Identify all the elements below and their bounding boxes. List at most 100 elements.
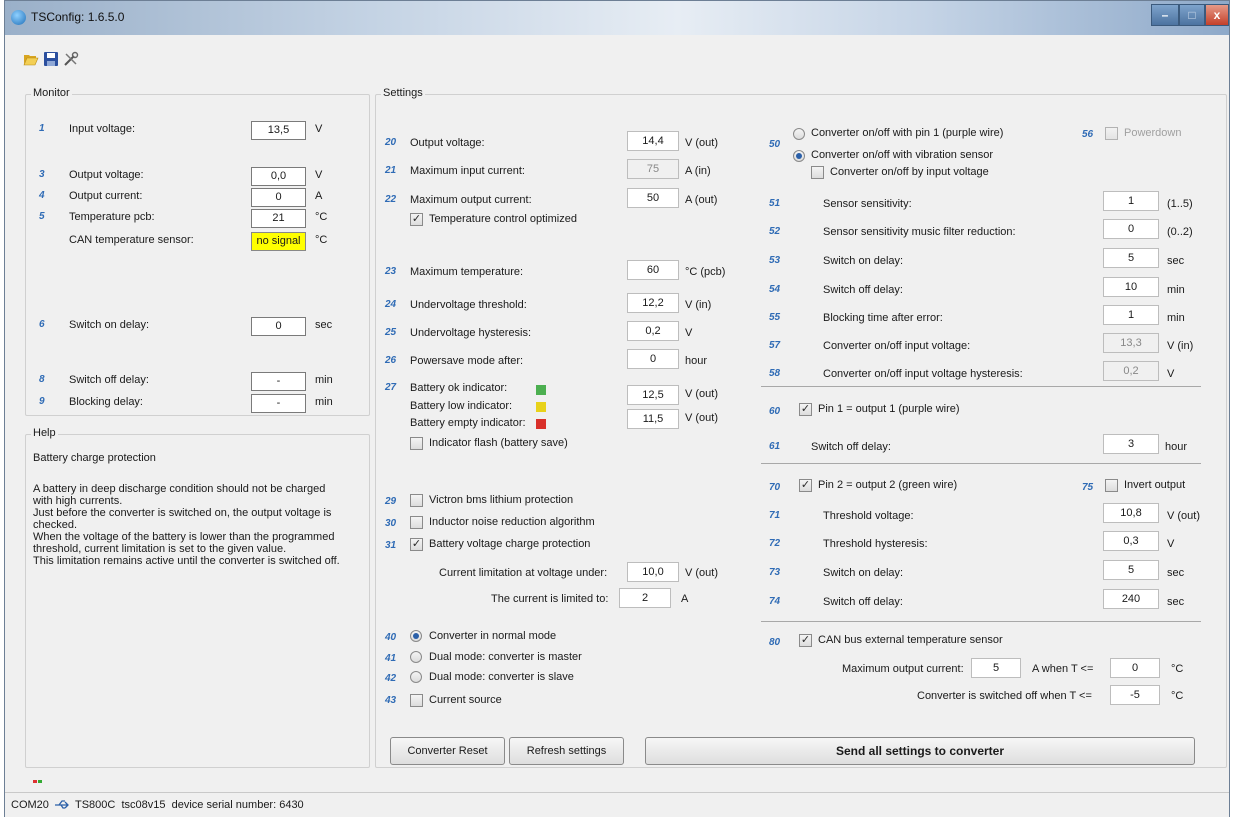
setting-label: Sensor sensitivity: — [823, 198, 912, 210]
monitor-label: CAN temperature sensor: — [69, 234, 194, 246]
can-off-temp-input[interactable]: -5 — [1110, 685, 1160, 705]
unit-label: V (out) — [685, 567, 719, 579]
can-sensor-checkbox[interactable]: ✓ — [799, 634, 812, 647]
setting-label: Inductor noise reduction algorithm — [429, 516, 595, 528]
toolbar — [5, 35, 1229, 75]
unit-label: °C (pcb) — [685, 266, 726, 278]
monitor-value: - — [251, 372, 306, 391]
monitor-number: 4 — [39, 190, 45, 201]
setting-checkbox[interactable] — [410, 516, 423, 529]
setting-input[interactable]: 1 — [1103, 191, 1159, 211]
send-all-settings-button[interactable]: Send all settings to converter — [645, 737, 1195, 765]
setting-input[interactable]: 50 — [627, 188, 679, 208]
help-line: Just before the converter is switched on… — [33, 507, 332, 519]
setting-checkbox[interactable] — [410, 494, 423, 507]
battery-low-indicator — [536, 402, 546, 412]
unit-label: V (in) — [1167, 340, 1194, 352]
window-title: TSConfig: 1.6.5.0 — [31, 10, 125, 24]
minimize-button[interactable]: – — [1151, 4, 1179, 26]
separator — [761, 386, 1201, 387]
help-line: When the voltage of the battery is lower… — [33, 531, 335, 543]
unit-label: V (out) — [685, 412, 719, 424]
invert-output-checkbox[interactable] — [1105, 479, 1118, 492]
maximize-button[interactable]: □ — [1179, 4, 1205, 26]
setting-input[interactable]: 240 — [1103, 589, 1159, 609]
current-source-checkbox[interactable] — [410, 694, 423, 707]
setting-input[interactable]: 0,2 — [1103, 361, 1159, 381]
monitor-number: 9 — [39, 396, 45, 407]
current-limit-voltage-input[interactable]: 10,0 — [627, 562, 679, 582]
monitor-unit: V — [315, 123, 323, 135]
pin1-output-label: Pin 1 = output 1 (purple wire) — [818, 403, 960, 415]
setting-input[interactable]: 1 — [1103, 305, 1159, 325]
monitor-value: 0 — [251, 317, 306, 336]
pin2-output-checkbox[interactable]: ✓ — [799, 479, 812, 492]
monitor-group — [25, 94, 370, 416]
setting-input[interactable]: 14,4 — [627, 131, 679, 151]
monitor-value: no signal — [251, 232, 306, 251]
monitor-unit: min — [315, 374, 333, 386]
setting-label: Switch on delay: — [823, 567, 904, 579]
indicator-flash-label: Indicator flash (battery save) — [429, 437, 568, 449]
pin1-output-checkbox[interactable]: ✓ — [799, 403, 812, 416]
setting-input[interactable]: 13,3 — [1103, 333, 1159, 353]
can-off-label: Converter is switched off when T <= — [917, 690, 1092, 702]
refresh-settings-button[interactable]: Refresh settings — [509, 737, 624, 765]
setting-input[interactable]: 60 — [627, 260, 679, 280]
monitor-number: 5 — [39, 211, 45, 222]
settings-title: Settings — [381, 87, 425, 99]
monitor-unit: min — [315, 396, 333, 408]
unit-label: hour — [1165, 441, 1188, 453]
converter-reset-button[interactable]: Converter Reset — [390, 737, 505, 765]
setting-input[interactable]: 10 — [1103, 277, 1159, 297]
powerdown-checkbox[interactable] — [1105, 127, 1118, 140]
unit-label: min — [1167, 312, 1185, 324]
invert-output-label: Invert output — [1124, 479, 1186, 491]
mode-radio[interactable] — [410, 671, 422, 683]
current-limited-to-label: The current is limited to: — [491, 593, 609, 605]
setting-input[interactable]: 5 — [1103, 560, 1159, 580]
setting-number: 58 — [769, 368, 781, 379]
tools-icon[interactable] — [63, 51, 79, 67]
setting-number: 23 — [385, 266, 397, 277]
close-button[interactable]: x — [1205, 4, 1229, 26]
setting-number: 74 — [769, 596, 781, 607]
battery-ok-input[interactable]: 12,5 — [627, 385, 679, 405]
setting-number: 30 — [385, 518, 397, 529]
onoff-input-voltage-label: Converter on/off by input voltage — [830, 166, 989, 178]
setting-input[interactable]: 0 — [1103, 219, 1159, 239]
help-heading: Battery charge protection — [33, 452, 156, 464]
setting-input[interactable]: 0,3 — [1103, 531, 1159, 551]
folder-open-icon[interactable] — [23, 51, 39, 67]
monitor-value: 13,5 — [251, 121, 306, 140]
powerdown-label: Powerdown — [1124, 127, 1182, 139]
mode-radio[interactable] — [410, 651, 422, 663]
setting-label: Threshold voltage: — [823, 510, 914, 522]
unit-label: hour — [685, 355, 708, 367]
onoff-vibration-radio[interactable] — [793, 150, 805, 162]
setting-input[interactable]: 0 — [627, 349, 679, 369]
setting-input[interactable]: 12,2 — [627, 293, 679, 313]
mode-radio[interactable] — [410, 630, 422, 642]
current-limited-to-input[interactable]: 2 — [619, 588, 671, 608]
onoff-pin1-radio[interactable] — [793, 128, 805, 140]
can-when-temp-input[interactable]: 0 — [1110, 658, 1160, 678]
battery-empty-input[interactable]: 11,5 — [627, 409, 679, 429]
pin1-switch-off-input[interactable]: 3 — [1103, 434, 1159, 454]
monitor-value: 0,0 — [251, 167, 306, 186]
setting-input[interactable]: 5 — [1103, 248, 1159, 268]
setting-checkbox[interactable]: ✓ — [410, 538, 423, 551]
setting-number: 73 — [769, 567, 781, 578]
help-title: Help — [31, 427, 58, 439]
temp-control-optimized-checkbox[interactable]: ✓ — [410, 213, 423, 226]
separator — [761, 621, 1201, 622]
indicator-flash-checkbox[interactable] — [410, 437, 423, 450]
setting-input[interactable]: 10,8 — [1103, 503, 1159, 523]
floppy-save-icon[interactable] — [43, 51, 59, 67]
setting-input[interactable]: 0,2 — [627, 321, 679, 341]
setting-input[interactable]: 75 — [627, 159, 679, 179]
com-port: COM20 — [11, 799, 49, 811]
onoff-input-voltage-checkbox[interactable] — [811, 166, 824, 179]
can-max-current-input[interactable]: 5 — [971, 658, 1021, 678]
setting-label: Switch off delay: — [823, 284, 903, 296]
